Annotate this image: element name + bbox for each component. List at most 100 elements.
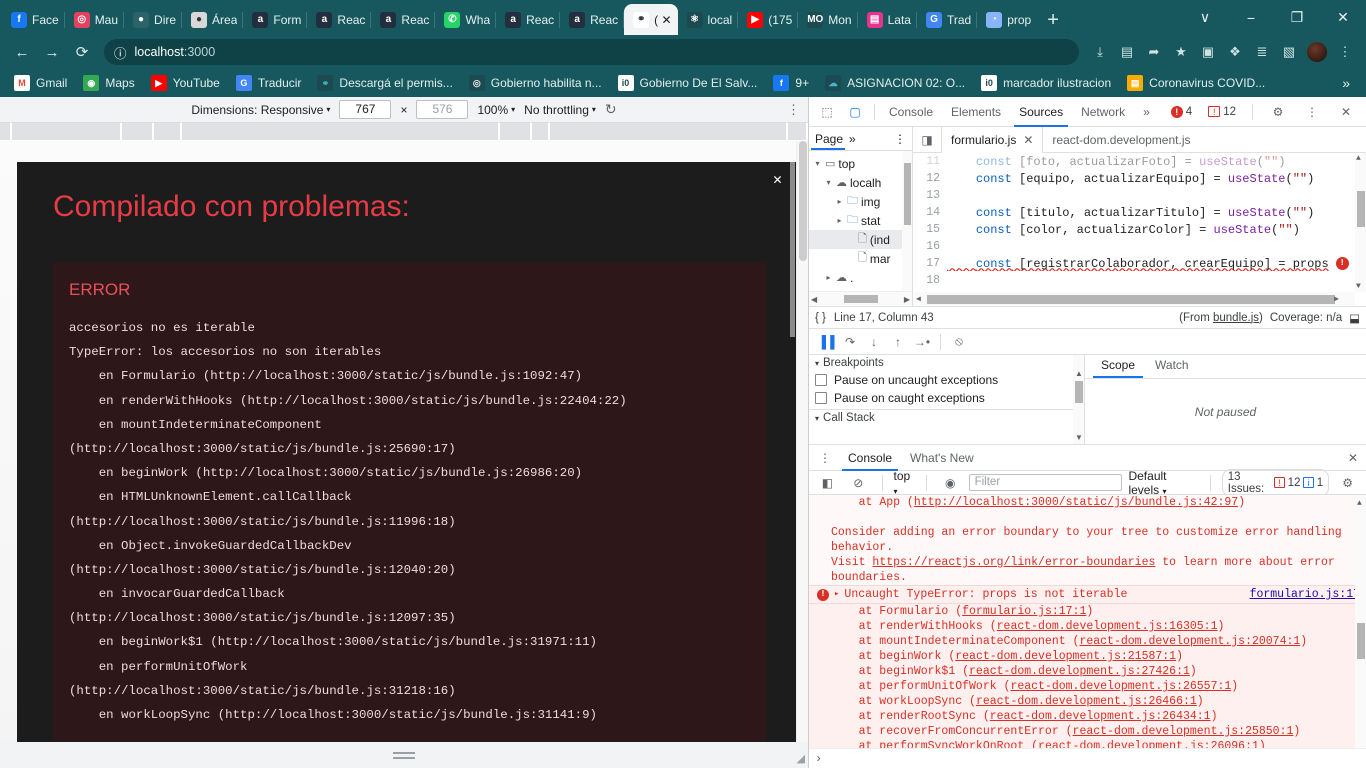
- tree-node[interactable]: ▾ ▭ top: [809, 154, 912, 173]
- step-over-icon[interactable]: ↷: [839, 331, 861, 353]
- toggle-device-toolbar-icon[interactable]: ▢: [841, 99, 869, 125]
- line-number[interactable]: 11: [913, 155, 947, 168]
- format-icon[interactable]: ⬓: [1349, 311, 1360, 325]
- viewport-width-input[interactable]: 767: [339, 100, 392, 119]
- bookmark-item[interactable]: ▶ YouTube: [145, 72, 226, 94]
- code-view[interactable]: 11 const [foto, actualizarFoto] = useSta…: [913, 153, 1366, 306]
- navigator-tab-page[interactable]: Page: [815, 132, 843, 146]
- editor-hscrollbar[interactable]: ◀ ▶: [913, 292, 1355, 306]
- step-into-icon[interactable]: ↓: [863, 331, 885, 353]
- breakpoints-header[interactable]: ▾ Breakpoints: [809, 355, 1084, 371]
- console-link[interactable]: http://localhost:3000/static/js/bundle.j…: [914, 496, 1238, 509]
- bookmark-star-icon[interactable]: ★: [1168, 39, 1194, 65]
- navigator-more[interactable]: »: [849, 132, 856, 146]
- bookmarks-overflow-button[interactable]: »: [1334, 73, 1358, 93]
- console-link[interactable]: react-dom.development.js:20074:1: [1079, 635, 1300, 648]
- line-number[interactable]: 14: [913, 206, 947, 219]
- browser-tab[interactable]: ◔ prop: [977, 4, 1037, 35]
- page-scrollbar[interactable]: [796, 141, 808, 768]
- console-link[interactable]: react-dom.development.js:26096:1: [1038, 740, 1259, 748]
- window-close-button[interactable]: ✕: [1320, 0, 1366, 35]
- share-icon[interactable]: ➦: [1141, 39, 1167, 65]
- browser-tab[interactable]: G Trad: [917, 4, 978, 35]
- deactivate-breakpoints-icon[interactable]: ⦸: [948, 331, 970, 353]
- bookmark-item[interactable]: ◉ Maps: [77, 72, 140, 94]
- drawer-menu-icon[interactable]: ⋮: [811, 445, 839, 471]
- browser-tab[interactable]: ⚛ local: [678, 4, 739, 35]
- bookmark-item[interactable]: ἱ0 Gobierno De El Salv...: [612, 72, 764, 94]
- console-context-dropdown[interactable]: top ▾: [894, 469, 915, 497]
- close-icon[interactable]: ✕: [1023, 127, 1033, 153]
- drawer-tab[interactable]: Console: [839, 445, 901, 471]
- extensions-puzzle-icon[interactable]: ❖: [1222, 39, 1248, 65]
- tree-node[interactable]: ▸ 🗀 stat: [809, 211, 912, 230]
- device-toolbar-menu[interactable]: ⋮: [787, 102, 800, 118]
- throttling-dropdown[interactable]: No throttling ▾: [524, 103, 596, 117]
- viewport-height-input[interactable]: 576: [416, 100, 469, 119]
- browser-tab[interactable]: ▶ (175: [738, 4, 799, 35]
- navigator-menu[interactable]: ⋮: [894, 132, 906, 146]
- disclosure-triangle-icon[interactable]: ▸: [835, 197, 844, 206]
- browser-tab[interactable]: ⚭ ( ✕: [624, 4, 678, 35]
- console-error-group[interactable]: ! ▸ Uncaught TypeError: props is not itera…: [809, 585, 1366, 604]
- dimensions-dropdown[interactable]: Dimensions: Responsive ▾: [191, 103, 330, 117]
- site-info-icon[interactable]: ⓘ: [114, 43, 127, 62]
- pause-caught-row[interactable]: Pause on caught exceptions: [809, 389, 1084, 407]
- disclosure-triangle-icon[interactable]: ▸: [824, 273, 833, 282]
- avatar[interactable]: [1304, 39, 1330, 65]
- console-link[interactable]: react-dom.development.js:25850:1: [1073, 725, 1294, 738]
- warning-badge[interactable]: ! 12: [1203, 105, 1241, 119]
- pause-uncaught-row[interactable]: Pause on uncaught exceptions: [809, 371, 1084, 389]
- bookmark-item[interactable]: ▤ Coronavirus COVID...: [1121, 72, 1271, 94]
- line-number[interactable]: 12: [913, 172, 947, 185]
- devtools-close-icon[interactable]: ✕: [1332, 99, 1360, 125]
- disclosure-triangle-icon[interactable]: ▾: [813, 159, 822, 168]
- drawer-close-icon[interactable]: ✕: [1340, 451, 1366, 465]
- browser-tab[interactable]: a Reac: [496, 4, 561, 35]
- bookmark-item[interactable]: ☁ ASIGNACION 02: O...: [819, 72, 971, 94]
- issues-summary[interactable]: 13 Issues: ! 12 i 1: [1221, 468, 1330, 497]
- new-tab-button[interactable]: +: [1037, 10, 1069, 35]
- disclosure-triangle-icon[interactable]: ▸: [834, 587, 839, 602]
- tree-node[interactable]: ▸☁React: [809, 287, 912, 292]
- browser-menu-button[interactable]: ⋮: [1332, 39, 1358, 65]
- devtools-tab-elements[interactable]: Elements: [942, 97, 1010, 127]
- tree-node[interactable]: 🗋 (ind: [809, 230, 912, 249]
- console-link[interactable]: formulario.js:17:1: [962, 605, 1086, 618]
- console-link[interactable]: https://reactjs.org/link/error-boundarie…: [872, 556, 1155, 569]
- disclosure-triangle-icon[interactable]: ▾: [824, 178, 833, 187]
- browser-tab[interactable]: a Reac: [560, 4, 625, 35]
- console-settings-icon[interactable]: ⚙: [1335, 470, 1360, 496]
- line-number[interactable]: 16: [913, 240, 947, 253]
- minimize-button[interactable]: −: [1228, 0, 1274, 35]
- console-link[interactable]: react-dom.development.js:26466:1: [976, 695, 1197, 708]
- tree-node[interactable]: ▾ ☁ localh: [809, 173, 912, 192]
- more-panels-button[interactable]: »: [1134, 97, 1159, 127]
- line-number[interactable]: 17: [913, 257, 947, 270]
- console-link[interactable]: react-dom.development.js:21587:1: [955, 650, 1176, 663]
- sidepanel-icon[interactable]: ▧: [1276, 39, 1302, 65]
- zoom-dropdown[interactable]: 100% ▾: [477, 103, 515, 117]
- browser-tab[interactable]: ● Dire: [124, 4, 183, 35]
- pause-resume-icon[interactable]: ▐▐: [815, 331, 837, 353]
- cast-icon[interactable]: ▣: [1195, 39, 1221, 65]
- browser-tab[interactable]: f Face: [2, 4, 65, 35]
- close-icon[interactable]: ✕: [773, 170, 782, 189]
- pretty-print-icon[interactable]: { }: [815, 312, 826, 324]
- navigator-toggle-icon[interactable]: ◨: [913, 127, 941, 153]
- scope-tab[interactable]: Scope: [1091, 354, 1145, 378]
- line-number[interactable]: 15: [913, 223, 947, 236]
- gear-icon[interactable]: ⚙: [1264, 99, 1292, 125]
- editor-file-tab[interactable]: react-dom.development.js: [1043, 127, 1199, 153]
- tree-node[interactable]: ▸ 🗀 img: [809, 192, 912, 211]
- scope-tab[interactable]: Watch: [1145, 354, 1199, 378]
- tab-search-button[interactable]: ∨: [1182, 0, 1228, 35]
- console-sidebar-icon[interactable]: ◧: [815, 470, 840, 496]
- browser-tab[interactable]: ▤ Lata: [858, 4, 917, 35]
- editor-vscrollbar[interactable]: ▲ ▼: [1355, 153, 1366, 292]
- editor-file-tab[interactable]: formulario.js ✕: [941, 126, 1044, 153]
- tree-node[interactable]: ▸ ☁.: [809, 268, 912, 287]
- console-scrollbar[interactable]: ▲: [1355, 495, 1366, 748]
- overlay-scrollbar[interactable]: [789, 162, 796, 742]
- line-number[interactable]: 13: [913, 189, 947, 202]
